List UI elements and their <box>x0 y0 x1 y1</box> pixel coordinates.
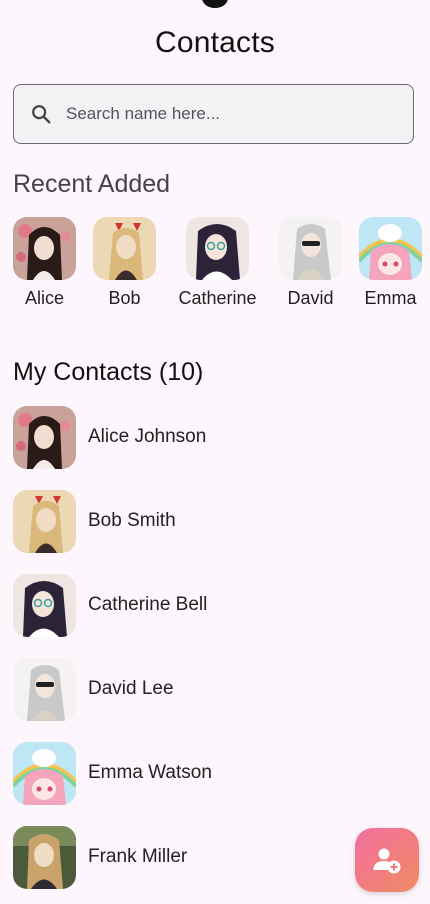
recent-added-heading: Recent Added <box>13 170 171 198</box>
contact-name: Bob Smith <box>88 510 176 531</box>
avatar-bob <box>93 217 156 280</box>
page-title: Contacts <box>155 26 275 59</box>
avatar-emma <box>359 217 422 280</box>
avatar-alice <box>13 406 76 469</box>
recent-item-bob[interactable]: Bob <box>93 217 156 309</box>
recent-item-catherine[interactable]: Catherine <box>172 217 263 309</box>
recent-added-list: Alice Bob Catherine David Emma <box>0 217 430 317</box>
contact-name: Frank Miller <box>88 846 188 867</box>
contact-row-alice-johnson[interactable]: Alice Johnson <box>13 406 423 490</box>
contact-list: Alice Johnson Bob Smith Catherine Bell D… <box>13 406 423 904</box>
avatar-david <box>279 217 342 280</box>
recent-item-david[interactable]: David <box>279 217 342 309</box>
add-contact-button[interactable] <box>355 828 419 892</box>
contact-row-bob-smith[interactable]: Bob Smith <box>13 490 423 574</box>
contact-name: Catherine Bell <box>88 594 208 615</box>
avatar-catherine <box>186 217 249 280</box>
contact-name: Alice Johnson <box>88 426 207 447</box>
avatar-catherine <box>13 574 76 637</box>
contact-name: David Lee <box>88 678 174 699</box>
add-person-icon <box>373 848 401 874</box>
avatar-bob <box>13 490 76 553</box>
my-contacts-heading: My Contacts (10) <box>13 358 204 386</box>
contact-row-catherine-bell[interactable]: Catherine Bell <box>13 574 423 658</box>
recent-item-label: Bob <box>108 288 141 308</box>
avatar-david <box>13 658 76 721</box>
contact-row-emma-watson[interactable]: Emma Watson <box>13 742 423 826</box>
contact-name: Emma Watson <box>88 762 212 783</box>
search-bar[interactable] <box>13 84 414 144</box>
avatar-emma <box>13 742 76 805</box>
contact-row-david-lee[interactable]: David Lee <box>13 658 423 742</box>
avatar-frank <box>13 826 76 889</box>
recent-item-label: David <box>287 288 334 308</box>
recent-item-label: Catherine <box>178 288 257 308</box>
contacts-screen: Contacts Recent Added Alice <box>0 0 430 904</box>
recent-item-label: Emma <box>364 288 417 308</box>
camera-cutout <box>202 0 228 8</box>
recent-item-label: Alice <box>24 288 64 308</box>
avatar-alice <box>13 217 76 280</box>
search-icon <box>32 105 51 124</box>
search-input[interactable] <box>66 104 366 124</box>
recent-item-alice[interactable]: Alice <box>13 217 76 309</box>
recent-item-emma[interactable]: Emma <box>359 217 422 309</box>
